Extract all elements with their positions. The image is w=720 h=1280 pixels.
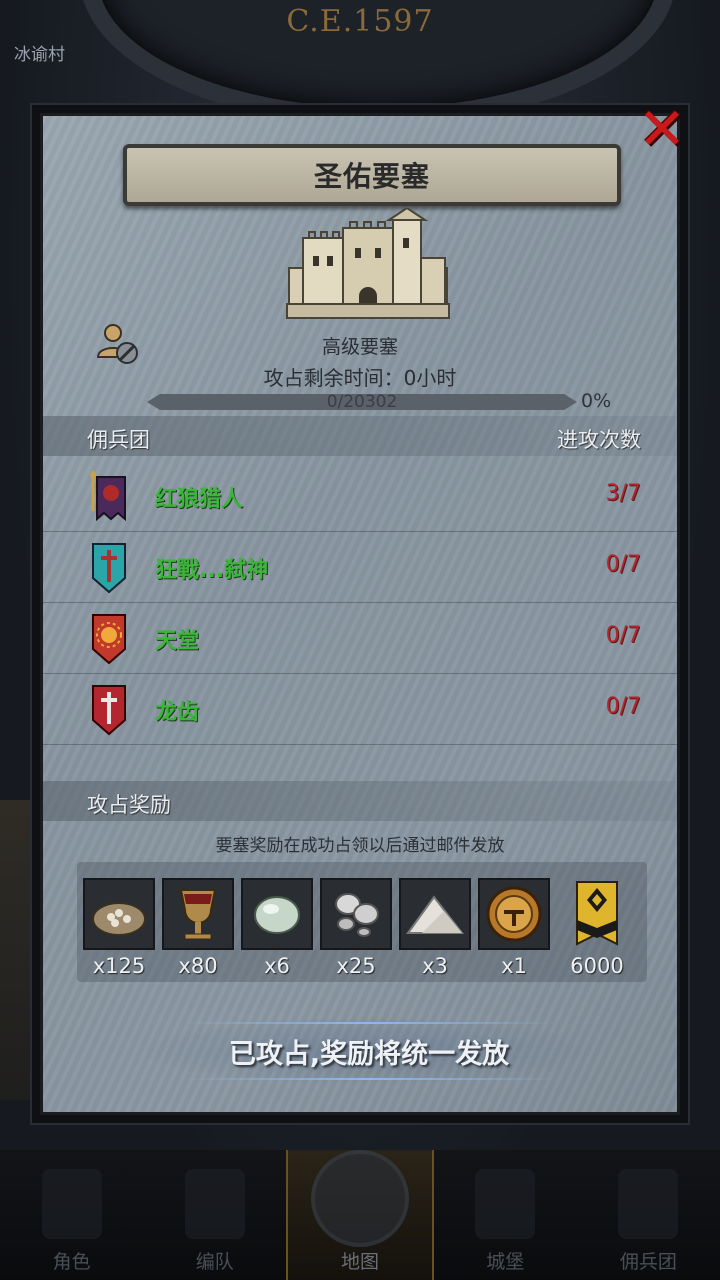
fortress-castle-icon	[286, 208, 450, 319]
red-wolf-banner-icon	[90, 471, 126, 522]
close-button[interactable]: ✕	[632, 99, 692, 159]
character-icon	[41, 1169, 102, 1239]
nav-formation[interactable]: 编队	[143, 1150, 286, 1280]
map-icon	[311, 1150, 409, 1247]
mercenary-name: 天堂	[155, 629, 200, 654]
silver-ore-icon	[335, 893, 379, 937]
reward-header-label: 攻占奖励	[87, 793, 171, 817]
goblet-icon	[179, 889, 217, 940]
fortress-dialog: 圣佑要塞 高级要塞 攻占剩余时间：0小时 0/20302 0% 佣兵团 进攻次数…	[30, 100, 690, 1125]
reward-count: 6000	[570, 954, 624, 978]
progress-percent: 0%	[581, 390, 612, 412]
attack-count-header: 进攻次数	[557, 428, 641, 452]
nav-label: 城堡	[486, 1251, 525, 1273]
honor-banner-icon	[576, 881, 618, 946]
reward-tile	[399, 878, 471, 950]
close-icon: ✕	[637, 95, 687, 163]
nav-character[interactable]: 角色	[0, 1150, 143, 1280]
sun-shield-icon	[92, 614, 126, 665]
village-label: 冰谕村	[14, 45, 65, 65]
mercenary-row[interactable]: 龙齿 0/7	[43, 674, 677, 745]
time-label: 攻占剩余时间：	[263, 366, 404, 390]
merc-header-label: 佣兵团	[87, 428, 150, 452]
reward-count: x125	[92, 954, 146, 978]
formation-icon	[184, 1169, 245, 1239]
gem-stone-icon	[254, 896, 300, 934]
reward-item[interactable]: x3	[399, 878, 471, 978]
reward-item[interactable]: x1	[478, 878, 550, 978]
year-label: C.E.1597	[286, 4, 434, 39]
reward-count: x3	[422, 954, 448, 978]
attack-count: 0/7	[605, 694, 641, 719]
reward-tile	[162, 878, 234, 950]
castle-nav-icon	[475, 1169, 536, 1239]
mercenary-list: 红狼猎人 3/7 狂戰...弑神 0/7 天堂 0/7 龙齿 0/7	[43, 461, 677, 745]
reward-item[interactable]: x6	[241, 878, 313, 978]
mercenary-name: 狂戰...弑神	[155, 558, 269, 583]
mercenary-name: 龙齿	[155, 700, 200, 725]
reward-tile	[561, 878, 633, 950]
reward-section-header: 攻占奖励	[43, 781, 677, 821]
mercenary-row[interactable]: 红狼猎人 3/7	[43, 461, 677, 532]
reward-item[interactable]: x125	[83, 878, 155, 978]
nav-label: 编队	[195, 1251, 234, 1273]
dialog-title: 圣佑要塞	[313, 160, 430, 193]
reward-count: x25	[336, 954, 376, 978]
knight-helmet-icon	[486, 886, 542, 942]
capture-progress-bar: 0/20302	[147, 394, 577, 410]
mercenary-section-header: 佣兵团 进攻次数	[43, 416, 677, 456]
mercenary-name: 红狼猎人	[155, 487, 244, 512]
reward-note: 要塞奖励在成功占领以后通过邮件发放	[215, 836, 505, 856]
grain-sack-icon	[92, 902, 146, 936]
mercenary-row[interactable]: 天堂 0/7	[43, 603, 677, 674]
fortress-type: 高级要塞	[321, 336, 398, 358]
title-banner: 圣佑要塞	[123, 144, 621, 206]
nav-label: 地图	[341, 1251, 380, 1273]
reward-item[interactable]: x80	[162, 878, 234, 978]
salt-pile-icon	[406, 895, 465, 934]
nav-castle[interactable]: 城堡	[434, 1150, 577, 1280]
reward-count: x80	[178, 954, 218, 978]
time-value: 0小时	[403, 366, 457, 390]
mercenary-row[interactable]: 狂戰...弑神 0/7	[43, 532, 677, 603]
capture-status-text: 已攻占,奖励将统一发放	[228, 1038, 510, 1070]
capture-status-banner: 已攻占,奖励将统一发放	[139, 1016, 599, 1086]
nav-label: 佣兵团	[619, 1251, 677, 1273]
reward-item[interactable]: x25	[320, 878, 392, 978]
attack-count: 0/7	[605, 552, 641, 577]
dialog-body: 圣佑要塞 高级要塞 攻占剩余时间：0小时 0/20302 0% 佣兵团 进攻次数…	[40, 113, 680, 1115]
attack-count: 0/7	[605, 623, 641, 648]
side-panel-edge	[0, 800, 34, 1100]
nav-mercenary[interactable]: 佣兵团	[577, 1150, 720, 1280]
reward-tile	[241, 878, 313, 950]
bottom-nav: 角色 编队 地图 城堡 佣兵团	[0, 1150, 720, 1280]
reward-count: x6	[264, 954, 290, 978]
progress-text: 0/20302	[326, 392, 398, 412]
reward-list: x125 x80 x6 x25 x3 x1 6000	[77, 862, 647, 982]
teal-sword-shield-icon	[92, 543, 126, 594]
nav-map[interactable]: 地图	[286, 1150, 434, 1280]
reward-item[interactable]: 6000	[561, 878, 633, 978]
reward-count: x1	[501, 954, 527, 978]
mercenary-icon	[618, 1169, 679, 1239]
red-sword-shield-icon	[92, 685, 126, 736]
nav-label: 角色	[52, 1251, 91, 1273]
reward-tile	[320, 878, 392, 950]
remaining-time: 攻占剩余时间：0小时	[43, 362, 677, 391]
attack-count: 3/7	[605, 481, 641, 506]
reward-tile	[83, 878, 155, 950]
reward-tile	[478, 878, 550, 950]
